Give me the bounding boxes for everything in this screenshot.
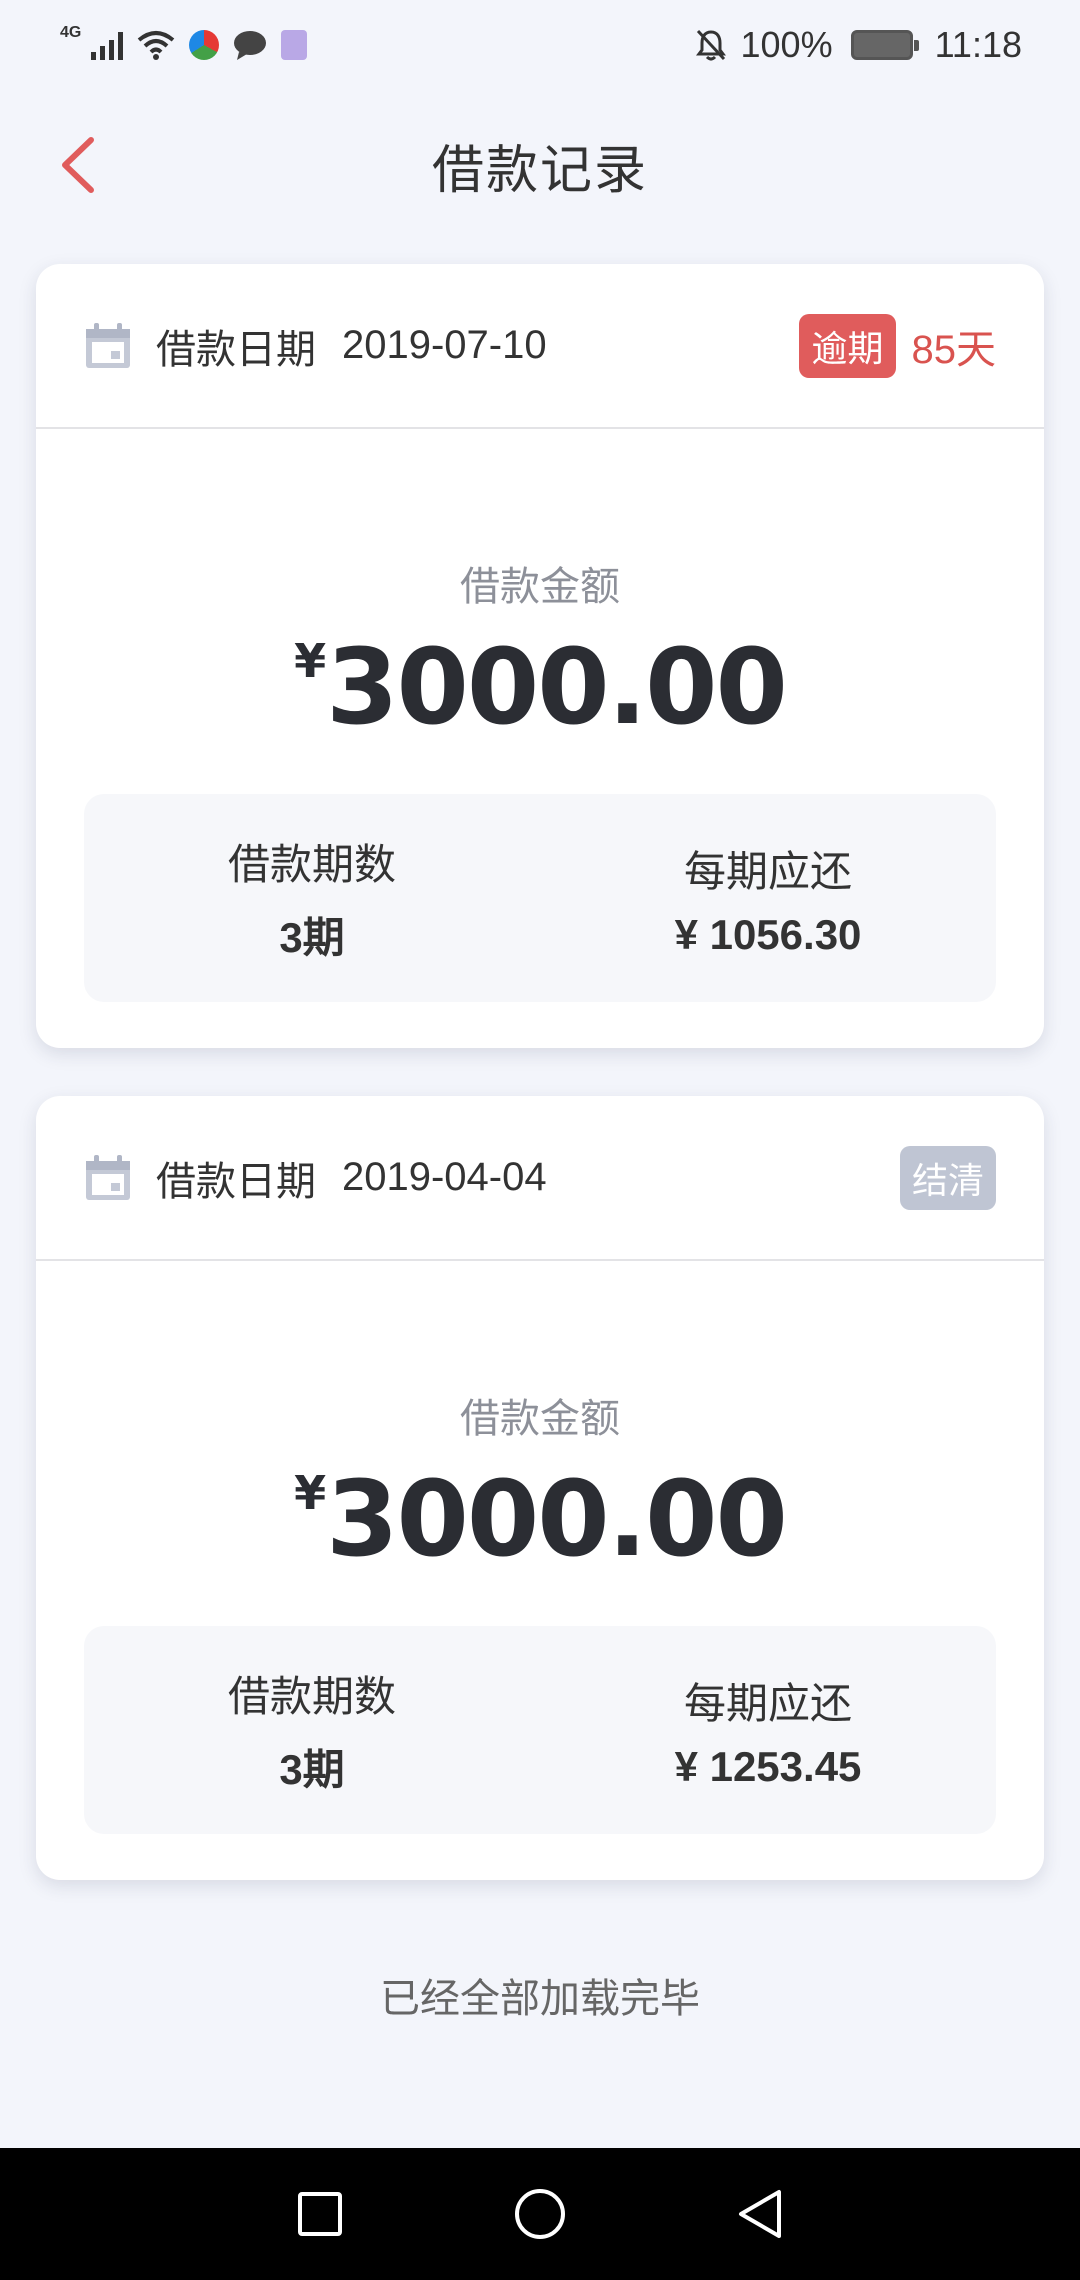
loan-amount: ¥3000.00 — [36, 1458, 1044, 1580]
periods-value: 3期 — [279, 1746, 345, 1793]
loan-record-card[interactable]: 借款日期 2019-04-04 结清 借款金额 ¥3000.00 借款期数 3期… — [36, 1096, 1044, 1880]
loan-amount-label: 借款金额 — [460, 1397, 620, 1441]
loan-details: 借款期数 3期 每期应还 ¥ 1253.45 — [84, 1626, 996, 1834]
status-group: 结清 — [899, 1145, 996, 1210]
wifi-icon — [138, 31, 175, 60]
status-bar: 4G 100% 11:18 — [0, 0, 1080, 90]
loan-date-label: 借款日期 — [156, 327, 316, 372]
header: 借款记录 — [0, 110, 1080, 220]
back-button[interactable] — [44, 132, 110, 198]
message-icon — [234, 31, 267, 60]
periods-column: 借款期数 3期 — [84, 794, 540, 1002]
clock: 11:18 — [934, 24, 1022, 65]
system-nav-bar — [0, 2148, 1080, 2280]
recents-square-icon — [298, 2192, 342, 2236]
status-badge-settled: 结清 — [899, 1145, 996, 1210]
per-period-label: 每期应还 — [683, 847, 852, 895]
loan-amount-value: 3000.00 — [326, 1458, 788, 1580]
app-icon — [189, 30, 220, 60]
status-left: 4G — [60, 24, 308, 60]
periods-value: 3期 — [279, 914, 345, 961]
battery-percent: 100% — [740, 24, 833, 65]
overdue-days: 85天 — [911, 327, 997, 372]
loan-record-card[interactable]: 借款日期 2019-07-10 逾期 85天 借款金额 ¥3000.00 借款期… — [36, 264, 1044, 1048]
home-circle-icon — [515, 2189, 565, 2239]
periods-label: 借款期数 — [227, 1673, 396, 1720]
page-title: 借款记录 — [431, 141, 648, 200]
loan-date-label: 借款日期 — [156, 1159, 316, 1204]
per-period-label: 每期应还 — [683, 1679, 852, 1727]
per-period-column: 每期应还 ¥ 1253.45 — [540, 1626, 996, 1834]
status-badge-overdue: 逾期 — [799, 313, 896, 378]
notes-icon — [281, 30, 308, 60]
battery-icon — [850, 30, 919, 60]
currency-symbol: ¥ — [294, 1466, 326, 1520]
all-loaded-text: 已经全部加载完毕 — [380, 1977, 700, 2021]
network-type: 4G — [60, 24, 82, 41]
card-header: 借款日期 2019-07-10 逾期 85天 — [36, 264, 1044, 429]
per-period-column: 每期应还 ¥ 1056.30 — [540, 794, 996, 1002]
home-button[interactable] — [490, 2164, 590, 2264]
loan-date-value: 2019-07-10 — [342, 323, 547, 367]
back-nav-button[interactable] — [710, 2164, 810, 2264]
currency-symbol: ¥ — [294, 634, 326, 688]
calendar-icon — [86, 322, 130, 368]
loan-amount: ¥3000.00 — [36, 626, 1044, 748]
loan-amount-value: 3000.00 — [326, 626, 788, 748]
calendar-icon — [86, 1154, 130, 1200]
card-header: 借款日期 2019-04-04 结清 — [36, 1096, 1044, 1261]
per-period-value: ¥ 1056.30 — [674, 910, 862, 958]
status-right: 100% 11:18 — [695, 24, 1022, 66]
per-period-value: ¥ 1253.45 — [674, 1742, 862, 1790]
recents-button[interactable] — [270, 2164, 370, 2264]
status-group: 逾期 85天 — [799, 313, 997, 378]
chevron-left-icon — [62, 137, 94, 193]
loan-date-value: 2019-04-04 — [342, 1155, 547, 1199]
signal-icon — [91, 30, 124, 60]
periods-label: 借款期数 — [227, 841, 396, 888]
loan-details: 借款期数 3期 每期应还 ¥ 1056.30 — [84, 794, 996, 1002]
loan-amount-label: 借款金额 — [460, 565, 620, 609]
periods-column: 借款期数 3期 — [84, 1626, 540, 1834]
back-triangle-icon — [739, 2190, 781, 2238]
mute-bell-icon — [695, 29, 726, 61]
